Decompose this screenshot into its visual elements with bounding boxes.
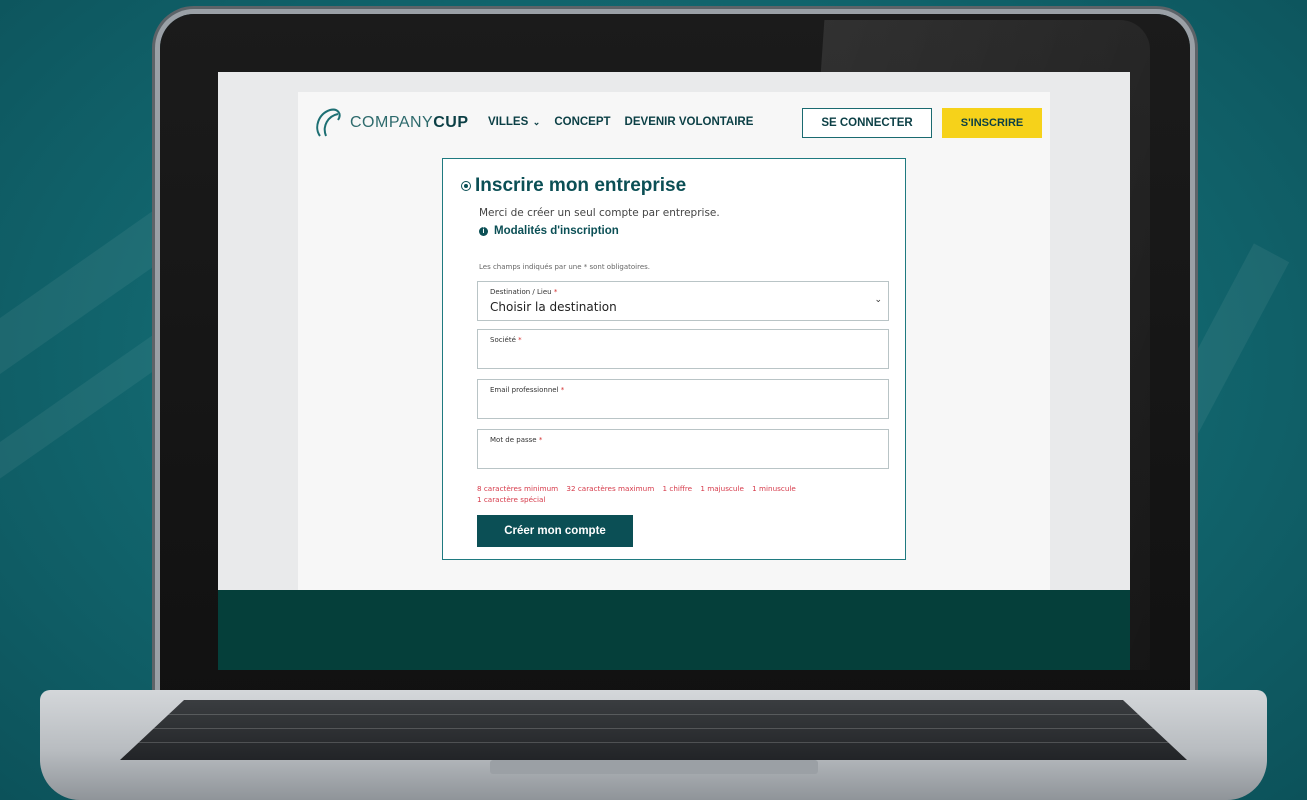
required-fields-note: Les champs indiqués par une * sont oblig… xyxy=(479,263,651,271)
field-label: Société * xyxy=(490,336,522,344)
email-input[interactable]: Email professionnel * xyxy=(477,379,889,419)
chevron-down-icon: ⌄ xyxy=(874,295,882,305)
key-row xyxy=(120,728,1187,729)
field-label: Mot de passe * xyxy=(490,436,543,444)
select-value: Choisir la destination xyxy=(490,300,617,314)
info-icon: i xyxy=(479,226,488,236)
create-account-button[interactable]: Créer mon compte xyxy=(477,515,633,547)
main-nav: VILLES ⌄ CONCEPT DEVENIR VOLONTAIRE xyxy=(488,116,753,128)
signup-button[interactable]: S'INSCRIRE xyxy=(942,108,1042,138)
password-rule: 1 minuscule xyxy=(752,484,796,493)
nav-concept[interactable]: CONCEPT xyxy=(554,116,610,128)
logo-mark-icon xyxy=(316,108,341,137)
password-rules: 8 caractères minimum 32 caractères maxim… xyxy=(477,483,887,505)
laptop-screen: COMPANYCUP VILLES ⌄ CONCEPT DEVENIR VOLO… xyxy=(218,72,1130,670)
nav-villes[interactable]: VILLES ⌄ xyxy=(488,116,540,128)
password-rule: 1 chiffre xyxy=(662,484,693,493)
societe-input[interactable]: Société * xyxy=(477,329,889,369)
logo-text: COMPANYCUP xyxy=(350,114,469,131)
site-footer xyxy=(218,590,1130,670)
site-header: COMPANYCUP VILLES ⌄ CONCEPT DEVENIR VOLO… xyxy=(298,92,1050,154)
form-title: Inscrire mon entreprise xyxy=(461,175,686,197)
field-label: Email professionnel * xyxy=(490,386,565,394)
password-input[interactable]: Mot de passe * xyxy=(477,429,889,469)
web-page: COMPANYCUP VILLES ⌄ CONCEPT DEVENIR VOLO… xyxy=(298,92,1050,622)
modalites-link[interactable]: i Modalités d'inscription xyxy=(479,225,619,237)
form-subtitle: Merci de créer un seul compte par entrep… xyxy=(479,207,720,219)
laptop-trackpad xyxy=(490,760,818,774)
login-button[interactable]: SE CONNECTER xyxy=(802,108,932,138)
password-rule: 32 caractères maximum xyxy=(566,484,655,493)
nav-devenir-volontaire[interactable]: DEVENIR VOLONTAIRE xyxy=(625,116,754,128)
signup-form-card: Inscrire mon entreprise Merci de créer u… xyxy=(442,158,906,560)
password-rule: 1 caractère spécial xyxy=(477,495,546,504)
radio-selected-icon xyxy=(461,181,471,191)
company-cup-logo[interactable]: COMPANYCUP xyxy=(312,106,469,140)
field-label: Destination / Lieu * xyxy=(490,288,558,296)
password-rule: 8 caractères minimum xyxy=(477,484,559,493)
key-row xyxy=(120,714,1187,715)
password-rule: 1 majuscule xyxy=(700,484,744,493)
laptop-keyboard xyxy=(120,700,1187,760)
chevron-down-icon: ⌄ xyxy=(530,117,541,127)
destination-select[interactable]: Destination / Lieu * Choisir la destinat… xyxy=(477,281,889,321)
key-row xyxy=(120,742,1187,743)
